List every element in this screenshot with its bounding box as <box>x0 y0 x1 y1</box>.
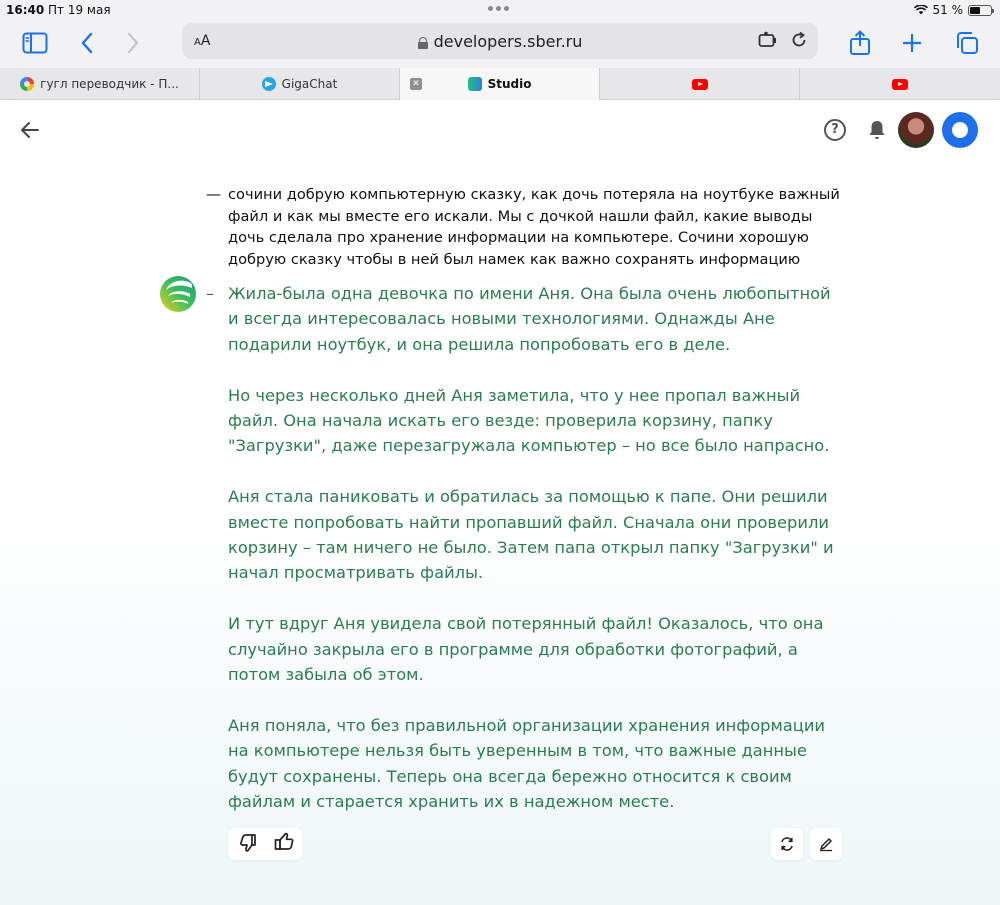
user-message-dash: — <box>206 185 221 203</box>
studio-icon <box>467 77 482 91</box>
tab-label: GigaChat <box>281 77 338 91</box>
multitasking-dots-icon[interactable] <box>488 6 509 11</box>
bot-message-dash: – <box>206 284 214 303</box>
youtube-icon <box>892 78 908 90</box>
tab-google-translate[interactable]: гугл переводчик - П... <box>0 68 200 100</box>
tab-youtube-2[interactable] <box>800 68 1000 100</box>
tab-studio[interactable]: ✕ Studio <box>400 68 600 100</box>
tab-label: гугл переводчик - П... <box>40 77 179 91</box>
regenerate-button[interactable] <box>771 828 803 860</box>
bot-paragraph: Аня поняла, что без правильной организац… <box>228 715 826 812</box>
forward-icon[interactable] <box>118 28 148 58</box>
status-time: 16:40 <box>6 3 45 17</box>
gigachat-logo-icon <box>158 274 198 314</box>
share-icon[interactable] <box>845 28 875 58</box>
tab-youtube-1[interactable] <box>600 68 800 100</box>
address-bar[interactable]: AA developers.sber.ru <box>182 23 818 59</box>
battery-icon <box>968 4 994 16</box>
avatar[interactable] <box>898 112 934 148</box>
bot-paragraph: Аня стала паниковать и обратилась за пом… <box>228 487 834 583</box>
lock-icon <box>417 37 428 49</box>
bot-paragraph: Но через несколько дней Аня заметила, чт… <box>228 385 830 456</box>
chat-area: — сочини добрую компьютерную сказку, как… <box>0 160 1000 905</box>
feedback-group <box>228 828 302 860</box>
page-header: ? <box>0 100 1000 160</box>
back-icon[interactable] <box>72 28 102 58</box>
help-icon[interactable]: ? <box>824 119 846 141</box>
tab-bar: гугл переводчик - П... GigaChat ✕ Studio <box>0 68 1000 100</box>
url-text: developers.sber.ru <box>433 32 583 51</box>
extension-icon[interactable] <box>758 31 778 53</box>
tab-gigachat[interactable]: GigaChat <box>200 68 400 100</box>
user-message: — сочини добрую компьютерную сказку, как… <box>206 184 846 270</box>
status-date: Пт 19 мая <box>48 3 111 17</box>
status-bar: 16:40 Пт 19 мая 51 % <box>0 0 1000 20</box>
close-tab-icon[interactable]: ✕ <box>410 78 422 90</box>
telegram-icon <box>261 77 276 91</box>
google-icon <box>20 77 35 91</box>
page-back-icon[interactable] <box>18 118 42 142</box>
reload-icon[interactable] <box>790 31 808 53</box>
bot-message-text: Жила-была одна девочка по имени Аня. Она… <box>228 281 846 814</box>
bot-message: – Жила-была одна девочка по имени Аня. О… <box>206 281 846 814</box>
wifi-icon <box>913 5 928 15</box>
bot-paragraph: Жила-была одна девочка по имени Аня. Она… <box>228 284 831 354</box>
user-message-text: сочини добрую компьютерную сказку, как д… <box>228 186 840 268</box>
thumbs-up-icon[interactable] <box>273 831 295 857</box>
youtube-icon <box>691 78 708 90</box>
edit-button[interactable] <box>810 828 842 860</box>
tabs-overview-icon[interactable] <box>952 28 982 58</box>
pencil-icon <box>820 838 832 852</box>
bell-icon[interactable] <box>867 119 887 141</box>
bot-paragraph: И тут вдруг Аня увидела свой потерянный … <box>228 614 824 685</box>
sidebar-toggle-icon[interactable] <box>20 28 50 58</box>
tab-label: Studio <box>487 77 532 91</box>
assistant-button[interactable] <box>942 112 978 148</box>
thumbs-down-icon[interactable] <box>236 831 258 857</box>
battery-percent: 51 % <box>932 3 964 17</box>
browser-toolbar: AA developers.sber.ru <box>0 20 1000 68</box>
new-tab-icon[interactable] <box>897 28 927 58</box>
refresh-icon <box>781 837 793 851</box>
